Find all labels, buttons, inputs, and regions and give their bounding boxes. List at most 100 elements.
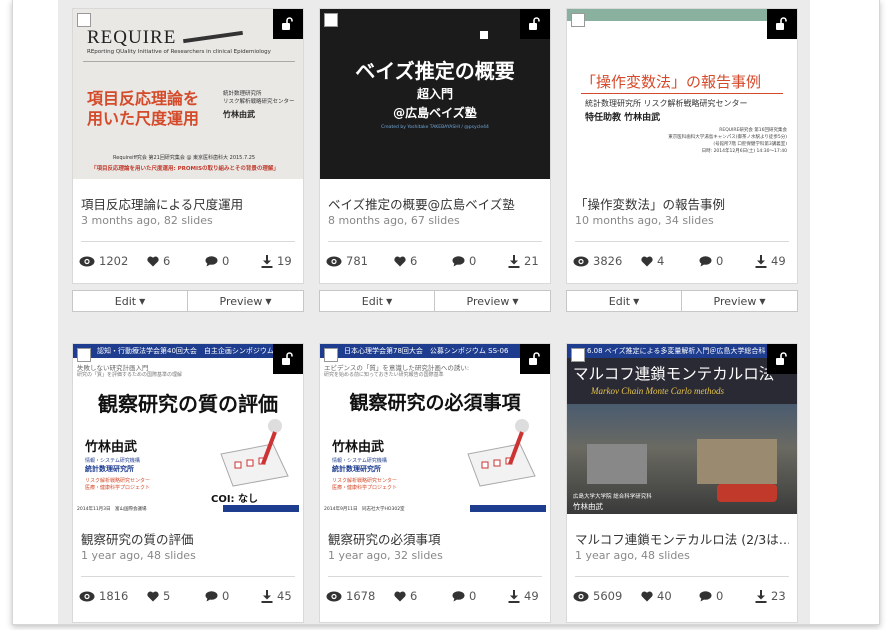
views-count: 1816 [99,589,129,603]
downloads-count: 49 [771,254,786,268]
slide-footer: Requireiff究会 第21回研究集会 @ 東京医科歯科大 2015.7.2… [113,155,256,161]
download-icon [261,589,273,603]
select-checkbox[interactable] [324,348,338,362]
privacy-toggle[interactable] [767,9,797,39]
privacy-toggle[interactable] [520,9,550,39]
views-count: 1678 [346,589,376,603]
edit-button[interactable]: Edit ▼ [319,290,435,312]
caret-down-icon: ▼ [265,296,272,306]
heart-icon [394,591,406,602]
edit-button[interactable]: Edit ▼ [566,290,682,312]
downloads-count: 23 [771,589,786,603]
slideshow-title[interactable]: 観察研究の質の評価 [81,529,295,548]
slide-banner: 認知・行動療法学会第40回大会 自主企画シンポジウム [97,347,274,355]
preview-label: Preview [466,294,510,308]
privacy-toggle[interactable] [767,344,797,374]
slide-kicker-2: 研究を始める前に知っておきたい研究報告の国際基準 [324,372,444,378]
eye-icon [573,591,589,602]
slide-org-1: 情報・システム研究機構 [85,458,140,464]
divider [575,576,789,577]
slide-banner: 日本心理学会第78回大会 公募シンポジウム SS-06 [344,347,509,355]
slideshow-title[interactable]: 「操作変数法」の報告事例 [575,194,789,213]
slide-caption-1: 広島大学大学院 総合科学研究科 [573,494,652,500]
preview-button[interactable]: Preview ▼ [682,290,798,312]
divider [575,241,789,242]
thumbnail[interactable]: REQUIRE REporting QUality Initiative of … [73,9,303,179]
comments-count: 0 [469,254,477,268]
views-count: 781 [346,254,368,268]
likes-count: 6 [410,589,418,603]
download-icon [755,254,767,268]
slideshow-card[interactable]: 「操作変数法」の報告事例 統計数理研究所 リスク解析戦略研究センター 特任助教 … [566,8,798,284]
privacy-toggle[interactable] [273,9,303,39]
likes-count: 6 [163,254,171,268]
comment-icon [452,590,465,602]
preview-label: Preview [713,294,757,308]
comment-icon [452,255,465,267]
select-checkbox[interactable] [571,348,585,362]
select-checkbox[interactable] [571,13,585,27]
slideshow-meta: 3 months ago, 82 slides [81,214,213,227]
eye-icon [326,591,342,602]
slideshow-card[interactable]: 認知・行動療法学会第40回大会 自主企画シンポジウム 失敗しない研究計画入門 研… [72,343,304,623]
comments-count: 0 [469,589,477,603]
slideshow-title[interactable]: マルコフ連鎖モンテカルロ法 (2/3は… [575,529,789,548]
downloads-count: 19 [277,254,292,268]
slide-subtitle: Markov Chain Monte Carlo methods [591,386,724,396]
slide-author: 竹林由武 [85,440,138,455]
edit-button[interactable]: Edit ▼ [72,290,188,312]
stats-row: 1678 6 0 49 [320,589,550,609]
divider [81,241,295,242]
slideshow-card[interactable]: ベイズ推定の概要 超入門 @広島ベイズ塾 Created by Yoshitak… [319,8,551,284]
slide-heading: 観察研究の必須事項 [349,392,521,414]
select-checkbox[interactable] [77,348,91,362]
downloads-count: 45 [277,589,292,603]
logo-subtitle: REporting QUality Initiative of Research… [87,49,271,55]
slide-subtitle: 超入門 [416,87,453,101]
checklist-illustration [220,419,289,487]
caret-down-icon: ▼ [386,296,393,306]
slide-thumbnail: REQUIRE REporting QUality Initiative of … [73,9,303,179]
slide-note-4: 日時: 2014年12月6日(土) 14:30〜17:40 [701,149,787,154]
views-count: 5609 [593,589,623,603]
caret-down-icon: ▼ [633,296,640,306]
thumbnail[interactable]: 6.08 ベイズ推定による多変量解析入門＠広島大学総合科 マルコフ連鎖モンテカル… [567,344,797,514]
slideshow-title[interactable]: ベイズ推定の概要@広島ベイズ塾 [328,194,542,213]
slideshow-card[interactable]: 日本心理学会第78回大会 公募シンポジウム SS-06 エビデンスの「質」を意識… [319,343,551,623]
slideshow-card[interactable]: REQUIRE REporting QUality Initiative of … [72,8,304,284]
slide-org-3: リスク解析戦略研究センター [85,478,151,484]
edit-label: Edit [361,294,384,308]
comment-icon [205,255,218,267]
likes-count: 40 [657,589,672,603]
slide-note-2: 東京医科歯科大学湯島キャンパス(御茶ノ水駅より徒歩5分) [668,135,787,140]
likes-count: 5 [163,589,171,603]
slide-caption-2: 竹林由武 [573,502,603,511]
comments-count: 0 [716,254,724,268]
thumbnail[interactable]: 日本心理学会第78回大会 公募シンポジウム SS-06 エビデンスの「質」を意識… [320,344,550,514]
select-checkbox[interactable] [77,13,91,27]
thumbnail[interactable]: 認知・行動療法学会第40回大会 自主企画シンポジウム 失敗しない研究計画入門 研… [73,344,303,514]
preview-button[interactable]: Preview ▼ [435,290,551,312]
thumbnail[interactable]: 「操作変数法」の報告事例 統計数理研究所 リスク解析戦略研究センター 特任助教 … [567,9,797,179]
slideshow-title[interactable]: 観察研究の必須事項 [328,529,542,548]
slideshow-card[interactable]: 6.08 ベイズ推定による多変量解析入門＠広島大学総合科 マルコフ連鎖モンテカル… [566,343,798,623]
heart-icon [641,256,653,267]
slide-coi: COI: なし [211,494,259,505]
slide-date: 2014年11月3日 富山国際会議場 [77,507,147,512]
eye-icon [79,591,95,602]
comments-count: 0 [222,254,230,268]
privacy-toggle[interactable] [273,344,303,374]
downloads-count: 49 [524,589,539,603]
slide-org-4: 医療・健康科学プロジェクト [332,485,398,491]
preview-button[interactable]: Preview ▼ [188,290,304,312]
slideshow-title[interactable]: 項目反応理論による尺度運用 [81,194,295,213]
stats-row: 1202 6 0 19 [73,254,303,274]
select-checkbox[interactable] [324,13,338,27]
comment-icon [699,590,712,602]
comments-count: 0 [716,589,724,603]
heart-icon [394,256,406,267]
thumbnail[interactable]: ベイズ推定の概要 超入門 @広島ベイズ塾 Created by Yoshitak… [320,9,550,179]
download-icon [755,589,767,603]
preview-label: Preview [219,294,263,308]
privacy-toggle[interactable] [520,344,550,374]
